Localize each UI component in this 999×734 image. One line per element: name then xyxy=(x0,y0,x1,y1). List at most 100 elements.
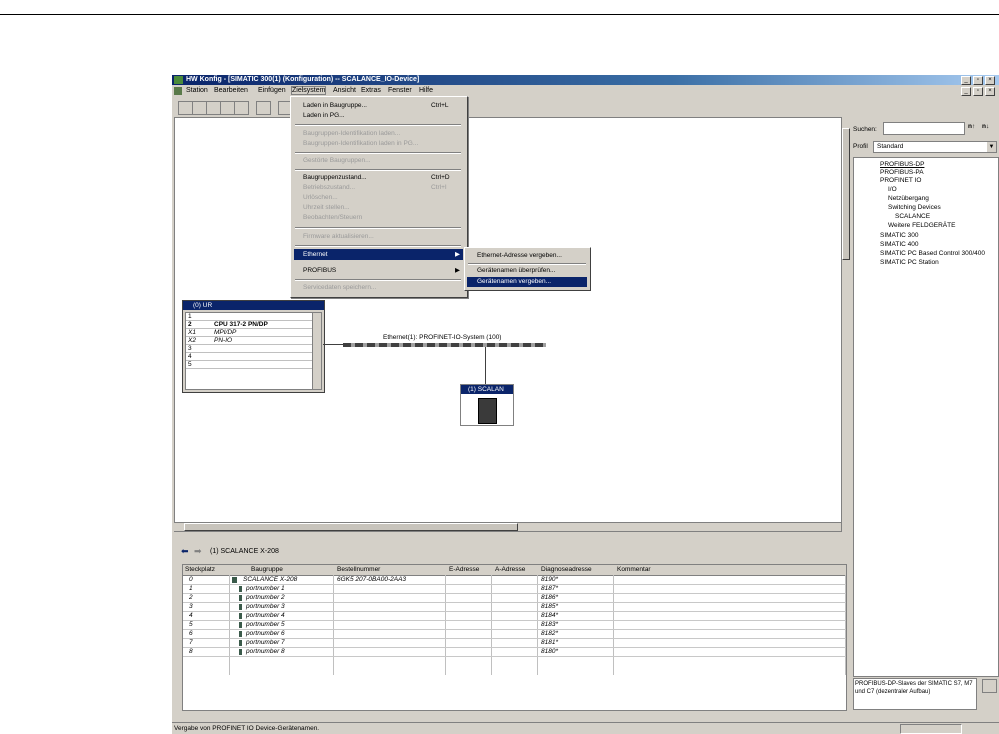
menu-item-gestoerte: Gestörte Baugruppen... xyxy=(303,157,371,164)
menu-ansicht[interactable]: Ansicht xyxy=(333,87,356,94)
rack-row[interactable]: X1 MPI/DP xyxy=(186,329,312,337)
tree-item-pc-station[interactable]: SIMATIC PC Station xyxy=(880,259,939,266)
scalance-device[interactable]: (1) SCALAN xyxy=(460,384,514,426)
menu-hilfe[interactable]: Hilfe xyxy=(419,87,433,94)
tree-item-simatic-400[interactable]: SIMATIC 400 xyxy=(880,241,919,248)
submenu-geraetenamen-vergeben[interactable]: Gerätenamen vergeben... xyxy=(467,277,587,287)
table-row[interactable]: 4 portnumber 4 8184* xyxy=(183,612,846,621)
rack-window[interactable]: (0) UR 1 2 CPU 317-2 PN/DP X1 MPI/DP X2 … xyxy=(182,300,325,393)
search-input[interactable] xyxy=(883,122,965,135)
profinet-bus-line[interactable] xyxy=(343,343,546,347)
col-a-adresse[interactable]: A-Adresse xyxy=(495,566,525,573)
menu-item-profibus[interactable]: PROFIBUS xyxy=(303,267,336,274)
cell-diag-address: 8180* xyxy=(541,648,558,655)
table-row[interactable]: 1 portnumber 1 8187* xyxy=(183,585,846,594)
compile-icon[interactable] xyxy=(234,101,249,115)
menu-einfuegen[interactable]: Einfügen xyxy=(258,87,286,94)
new-icon[interactable] xyxy=(178,101,193,115)
col-bestellnummer[interactable]: Bestellnummer xyxy=(337,566,380,573)
rack-row[interactable]: X2 PN-IO xyxy=(186,337,312,345)
col-baugruppe[interactable]: Baugruppe xyxy=(251,566,283,573)
table-row[interactable]: 3 portnumber 3 8185* xyxy=(183,603,846,612)
tree-item-scalance[interactable]: SCALANCE xyxy=(895,213,930,220)
menu-fenster[interactable]: Fenster xyxy=(388,87,412,94)
doc-close-icon[interactable]: × xyxy=(985,87,995,96)
rack-slot: X2 xyxy=(188,337,196,344)
profile-select[interactable]: Standard ▼ xyxy=(873,141,997,153)
table-row[interactable]: 0 SCALANCE X-208 6GK5 207-0BA00-2AA3 819… xyxy=(183,576,846,585)
close-icon[interactable]: × xyxy=(985,76,995,85)
open-icon[interactable] xyxy=(192,101,207,115)
cell-diag-address: 8187* xyxy=(541,585,558,592)
menu-item-laden-baugruppe[interactable]: Laden in Baugruppe... xyxy=(303,102,367,109)
canvas-scroll-thumb-v[interactable] xyxy=(842,128,850,260)
submenu-ethernet-adresse[interactable]: Ethernet-Adresse vergeben... xyxy=(477,252,562,259)
catalog-insert-icon[interactable] xyxy=(982,679,997,693)
search-prev-icon[interactable]: n↓ xyxy=(982,123,989,130)
minimize-icon[interactable]: _ xyxy=(961,76,971,85)
menu-item-laden-pg[interactable]: Laden in PG... xyxy=(303,112,345,119)
tree-item-profinet-io[interactable]: PROFINET IO xyxy=(880,177,921,184)
search-next-icon[interactable]: n↑ xyxy=(968,123,975,130)
tree-item-pc-based[interactable]: SIMATIC PC Based Control 300/400 xyxy=(880,250,985,257)
rack-row[interactable]: 3 xyxy=(186,345,312,353)
tree-item-switching-devices[interactable]: Switching Devices xyxy=(888,204,941,211)
cell-slot: 4 xyxy=(189,612,193,619)
rack-row[interactable]: 2 CPU 317-2 PN/DP xyxy=(186,321,312,329)
menu-station[interactable]: Station xyxy=(186,87,208,94)
tree-item-simatic-300[interactable]: SIMATIC 300 xyxy=(880,232,919,239)
pn-io-connector xyxy=(323,344,343,345)
forward-icon[interactable]: ➡ xyxy=(194,546,202,557)
col-steckplatz[interactable]: Steckplatz xyxy=(185,566,215,573)
tree-item-profibus-pa[interactable]: PROFIBUS-PA xyxy=(880,169,924,176)
tree-item-netzuebergang[interactable]: Netzübergang xyxy=(888,195,929,202)
canvas-scroll-thumb-h[interactable] xyxy=(184,523,518,531)
table-row[interactable]: 8 portnumber 8 8180* xyxy=(183,648,846,657)
switch-icon xyxy=(478,398,497,424)
menu-item-ethernet[interactable]: Ethernet ▶ xyxy=(294,249,463,260)
submenu-geraetenamen-pruefen[interactable]: Gerätenamen überprüfen... xyxy=(477,267,555,274)
rack-scrollbar[interactable] xyxy=(312,312,322,390)
cell-order-number: 6GK5 207-0BA00-2AA3 xyxy=(337,576,407,583)
save-icon[interactable] xyxy=(220,101,235,115)
cell-diag-address: 8183* xyxy=(541,621,558,628)
print-icon[interactable] xyxy=(256,101,271,115)
cell-slot: 6 xyxy=(189,630,193,637)
doc-restore-icon[interactable]: ▫ xyxy=(973,87,983,96)
table-row[interactable]: 7 portnumber 7 8181* xyxy=(183,639,846,648)
menu-item-baugruppenzustand[interactable]: Baugruppenzustand... xyxy=(303,174,367,181)
col-e-adresse[interactable]: E-Adresse xyxy=(449,566,479,573)
table-row[interactable]: 5 portnumber 5 8183* xyxy=(183,621,846,630)
tree-item-io[interactable]: I/O xyxy=(888,186,897,193)
back-icon[interactable]: ⬅ xyxy=(181,546,189,557)
rack-title: (0) UR xyxy=(193,302,213,309)
table-row[interactable]: 6 portnumber 6 8182* xyxy=(183,630,846,639)
rack-row[interactable]: 4 xyxy=(186,353,312,361)
rack-module: PN-IO xyxy=(214,337,233,344)
doc-minimize-icon[interactable]: _ xyxy=(961,87,971,96)
col-kommentar[interactable]: Kommentar xyxy=(617,566,651,573)
menu-item-urloeschen: Urlöschen... xyxy=(303,194,338,201)
rack-slot: 2 xyxy=(188,321,192,328)
online-icon[interactable] xyxy=(206,101,221,115)
chevron-down-icon[interactable]: ▼ xyxy=(987,142,996,152)
rack-slot: 4 xyxy=(188,353,192,360)
submenu-arrow-icon: ▶ xyxy=(455,251,460,258)
rack-row[interactable]: 5 xyxy=(186,361,312,369)
maximize-icon[interactable]: ▫ xyxy=(973,76,983,85)
menu-bearbeiten[interactable]: Bearbeiten xyxy=(214,87,248,94)
rack-slot: 3 xyxy=(188,345,192,352)
cell-module: portnumber 1 xyxy=(246,585,285,592)
col-diagnoseadresse[interactable]: Diagnoseadresse xyxy=(541,566,592,573)
menu-zielsystem[interactable]: Zielsystem xyxy=(291,86,327,95)
tree-item-profibus-dp[interactable]: PROFIBUS-DP xyxy=(880,161,924,168)
app-icon xyxy=(174,76,183,84)
status-text: Vergabe von PROFINET IO Device-Gerätenam… xyxy=(174,725,320,732)
rack-row[interactable]: 1 xyxy=(186,313,312,321)
tree-item-weitere-feldgeraete[interactable]: Weitere FELDGERÄTE xyxy=(888,222,955,229)
port-icon xyxy=(239,631,242,637)
table-row[interactable]: 2 portnumber 2 8186* xyxy=(183,594,846,603)
profile-value: Standard xyxy=(877,143,904,150)
menu-extras[interactable]: Extras xyxy=(361,87,381,94)
menu-separator xyxy=(468,263,586,265)
